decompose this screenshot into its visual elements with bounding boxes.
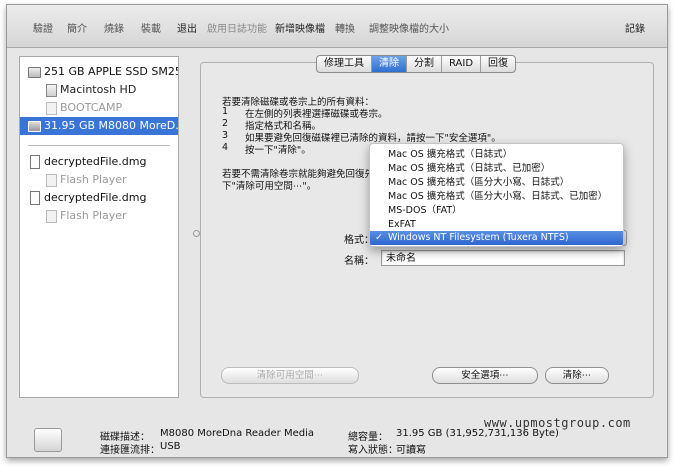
- option-label: Windows NT Filesystem (Tuxera NTFS): [388, 232, 569, 243]
- volume-icon: [46, 210, 57, 223]
- option-label: Mac OS 擴充格式（日誌式、已加密）: [388, 163, 551, 174]
- sidebar-item-flash-player-1[interactable]: Flash Player: [20, 171, 178, 189]
- toolbar-info[interactable]: 簡介: [67, 20, 87, 35]
- erase-free-space-button[interactable]: 清除可用空間⋯: [221, 367, 359, 384]
- format-menu: Mac OS 擴充格式（日誌式） Mac OS 擴充格式（日誌式、已加密） Ma…: [369, 143, 624, 247]
- tab-partition[interactable]: 分割: [407, 56, 442, 72]
- toolbar-convert[interactable]: 轉換: [335, 20, 355, 35]
- format-option-ms-dos-fat[interactable]: MS-DOS（FAT）: [370, 204, 623, 218]
- option-label: Mac OS 擴充格式（區分大小寫、日誌式、已加密）: [388, 191, 608, 202]
- write-status-label: 寫入狀態：: [348, 445, 398, 456]
- watermark: www.upmostgroup.com: [484, 416, 631, 430]
- checkmark-icon: ✓: [375, 232, 383, 243]
- usb-disk-icon: [28, 121, 41, 132]
- sidebar-item-label: Flash Player: [60, 173, 127, 186]
- toolbar-resize-image[interactable]: 調整映像檔的大小: [369, 20, 449, 35]
- name-label: 名稱：: [344, 256, 374, 267]
- tab-bar: 修理工具 清除 分割 RAID 回復: [316, 55, 517, 73]
- connection-bus-label: 連接匯流排：: [100, 445, 160, 456]
- tab-erase[interactable]: 清除: [372, 56, 407, 72]
- toolbar-eject[interactable]: 退出: [177, 20, 197, 35]
- toolbar-burn[interactable]: 燒錄: [104, 20, 124, 35]
- disk-image-icon: [30, 191, 40, 205]
- step-number: 3: [222, 130, 229, 141]
- toolbar-enable-journaling[interactable]: 啟用日誌功能: [207, 20, 267, 35]
- connection-bus-value: USB: [160, 441, 181, 452]
- format-option-windows-ntfs[interactable]: ✓ Windows NT Filesystem (Tuxera NTFS): [370, 231, 623, 245]
- sidebar-item-flash-player-2[interactable]: Flash Player: [20, 207, 178, 225]
- option-label: ExFAT: [388, 219, 416, 230]
- erase-note-line2: 下"清除可用空間⋯"。: [222, 181, 317, 192]
- volume-icon: [46, 174, 57, 187]
- toolbar-verify[interactable]: 驗證: [33, 20, 53, 35]
- sidebar-item-label: Macintosh HD: [60, 83, 137, 96]
- sidebar-item-label: decryptedFile.dmg: [44, 191, 147, 204]
- format-option-macos-case-sensitive-journaled-encrypted[interactable]: Mac OS 擴充格式（區分大小寫、日誌式、已加密）: [370, 190, 623, 204]
- volume-icon: [46, 102, 57, 115]
- sidebar-item-label: BOOTCAMP: [60, 101, 123, 114]
- sidebar-item-macintosh-hd[interactable]: Macintosh HD: [20, 81, 178, 99]
- toolbar-log[interactable]: 記錄: [625, 20, 645, 35]
- step-text: 按一下"清除"。: [245, 145, 311, 156]
- tab-restore[interactable]: 回復: [481, 56, 515, 72]
- toolbar-mount[interactable]: 裝載: [141, 20, 161, 35]
- selected-disk-icon: [34, 428, 62, 452]
- option-label: Mac OS 擴充格式（區分大小寫、日誌式）: [388, 177, 570, 188]
- toolbar: 驗證 簡介 燒錄 裝載 退出 啟用日誌功能 新增映像檔 轉換 調整映像檔的大小 …: [7, 5, 667, 48]
- write-status-value: 可讀寫: [396, 445, 426, 456]
- sidebar-item-decrypted-file-2[interactable]: decryptedFile.dmg: [20, 189, 178, 207]
- sidebar-item-decrypted-file-1[interactable]: decryptedFile.dmg: [20, 153, 178, 171]
- device-list: 251 GB APPLE SSD SM25... Macintosh HD BO…: [19, 56, 179, 398]
- tab-raid[interactable]: RAID: [442, 56, 482, 72]
- sidebar-item-apple-ssd[interactable]: 251 GB APPLE SSD SM25...: [20, 63, 178, 81]
- tab-first-aid[interactable]: 修理工具: [317, 56, 372, 72]
- option-label: MS-DOS（FAT）: [388, 205, 462, 216]
- internal-disk-icon: [28, 67, 41, 78]
- sidebar-item-label: 31.95 GB M8080 MoreD...: [44, 119, 178, 132]
- format-option-macos-case-sensitive-journaled[interactable]: Mac OS 擴充格式（區分大小寫、日誌式）: [370, 176, 623, 190]
- step-number: 2: [222, 118, 229, 129]
- disk-image-icon: [30, 155, 40, 169]
- sidebar-item-m8080[interactable]: 31.95 GB M8080 MoreD...: [20, 117, 178, 135]
- sidebar-item-label: 251 GB APPLE SSD SM25...: [44, 65, 178, 78]
- option-label: Mac OS 擴充格式（日誌式）: [388, 149, 513, 160]
- erase-button[interactable]: 清除⋯: [545, 367, 609, 384]
- split-view-handle[interactable]: [193, 230, 200, 237]
- disk-description-value: M8080 MoreDna Reader Media: [160, 428, 314, 439]
- format-option-exfat[interactable]: ExFAT: [370, 218, 623, 232]
- toolbar-new-image[interactable]: 新增映像檔: [275, 20, 325, 35]
- security-options-button[interactable]: 安全選項⋯: [432, 367, 538, 384]
- format-option-macos-journaled-encrypted[interactable]: Mac OS 擴充格式（日誌式、已加密）: [370, 162, 623, 176]
- sidebar-item-bootcamp[interactable]: BOOTCAMP: [20, 99, 178, 117]
- sidebar-item-label: decryptedFile.dmg: [44, 155, 147, 168]
- name-field[interactable]: 未命名: [381, 250, 625, 266]
- sidebar-divider: [28, 145, 170, 146]
- volume-icon: [46, 84, 57, 97]
- format-option-macos-journaled[interactable]: Mac OS 擴充格式（日誌式）: [370, 148, 623, 162]
- step-number: 4: [222, 142, 229, 153]
- sidebar-item-label: Flash Player: [60, 209, 127, 222]
- step-number: 1: [222, 106, 229, 117]
